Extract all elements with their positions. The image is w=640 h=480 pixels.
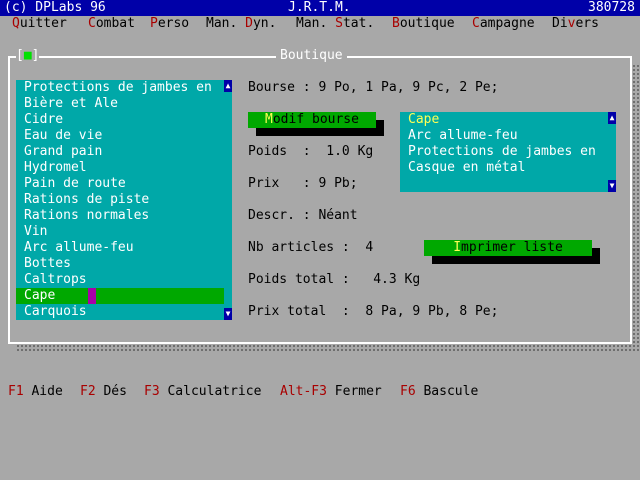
menu-boutique[interactable]: Boutique <box>392 16 455 32</box>
list-item[interactable]: Pain de route <box>24 176 126 192</box>
text-cursor <box>88 288 96 304</box>
menu-quitter[interactable]: Quitter <box>12 16 67 32</box>
f3-calculatrice-key[interactable]: F3 Calculatrice <box>144 384 261 400</box>
window-shadow-right <box>632 64 640 352</box>
nb-articles-text: Nb articles : 4 <box>248 240 374 255</box>
menu-perso[interactable]: Perso <box>150 16 189 32</box>
app-title: J.R.T.M. <box>288 0 351 15</box>
menu-divers[interactable]: Divers <box>552 16 599 32</box>
list-item[interactable]: Rations normales <box>24 208 149 224</box>
alt-f3-fermer-key[interactable]: Alt-F3 Fermer <box>280 384 382 400</box>
bourse-text: Bourse : 9 Po, 1 Pa, 9 Pc, 2 Pe; <box>248 80 499 95</box>
menu-combat[interactable]: Combat <box>88 16 135 32</box>
modif-bourse-button[interactable]: Modif bourse <box>248 112 376 128</box>
window-title: Boutique <box>276 48 347 64</box>
scroll-up-arrow-icon[interactable]: ▲ <box>224 80 232 92</box>
function-key-bar: F1 Aide F2 Dés F3 Calculatrice Alt-F3 Fe… <box>0 384 640 400</box>
items-scrollbar[interactable]: ▲ ▼ <box>224 80 232 320</box>
imprimer-liste-button[interactable]: Imprimer liste <box>424 240 592 256</box>
f1-aide-key[interactable]: F1 Aide <box>8 384 63 400</box>
cart-scrollbar[interactable]: ▲ ▼ <box>608 112 616 192</box>
list-item[interactable]: Caltrops <box>24 272 87 288</box>
cart-item-selected[interactable]: Cape <box>408 112 439 128</box>
list-item[interactable]: Grand pain <box>24 144 102 160</box>
scroll-down-arrow-icon[interactable]: ▼ <box>224 308 232 320</box>
list-item[interactable]: Eau de vie <box>24 128 102 144</box>
scroll-down-arrow-icon[interactable]: ▼ <box>608 180 616 192</box>
poids-total-text: Poids total : 4.3 Kg <box>248 272 421 287</box>
f6-bascule-key[interactable]: F6 Bascule <box>400 384 478 400</box>
cart-item[interactable]: Arc allume-feu <box>408 128 518 144</box>
list-item[interactable]: Protections de jambes en <box>24 80 212 96</box>
scroll-up-arrow-icon[interactable]: ▲ <box>608 112 616 124</box>
list-item[interactable]: Bière et Ale <box>24 96 118 112</box>
list-item[interactable]: Arc allume-feu <box>24 240 134 256</box>
list-item-selected[interactable]: Cape <box>16 288 224 304</box>
close-button[interactable]: [■] <box>16 48 40 64</box>
list-item[interactable]: Cidre <box>24 112 63 128</box>
menu-campagne[interactable]: Campagne <box>472 16 535 32</box>
menu-man-dyn[interactable]: Man. Dyn. <box>206 16 276 32</box>
close-icon[interactable]: ■ <box>24 48 32 63</box>
list-item[interactable]: Rations de piste <box>24 192 149 208</box>
list-item[interactable]: Vin <box>24 224 47 240</box>
list-item[interactable]: Bottes <box>24 256 71 272</box>
list-item[interactable]: Hydromel <box>24 160 87 176</box>
window-shadow-bottom <box>16 344 640 352</box>
description-text: Descr. : Néant <box>248 208 358 223</box>
list-item[interactable]: Carquois <box>24 304 87 320</box>
prix-text: Prix : 9 Pb; <box>248 176 358 191</box>
menu-bar: Quitter Combat Perso Man. Dyn. Man. Stat… <box>0 16 640 32</box>
memory-counter: 380728 <box>588 0 635 15</box>
cart-item[interactable]: Casque en métal <box>408 160 525 176</box>
prix-total-text: Prix total : 8 Pa, 9 Pb, 8 Pe; <box>248 304 499 319</box>
poids-text: Poids : 1.0 Kg <box>248 144 374 159</box>
title-bar: (c) DPLabs 96 J.R.T.M. 380728 <box>0 0 640 16</box>
cart-list[interactable]: Cape Arc allume-feu Protections de jambe… <box>400 112 616 192</box>
f2-des-key[interactable]: F2 Dés <box>80 384 127 400</box>
app-copyright: (c) DPLabs 96 <box>4 0 106 15</box>
menu-man-stat[interactable]: Man. Stat. <box>296 16 374 32</box>
cart-item[interactable]: Protections de jambes en <box>408 144 596 160</box>
shop-items-list[interactable]: Protections de jambes en Bière et Ale Ci… <box>16 80 232 320</box>
